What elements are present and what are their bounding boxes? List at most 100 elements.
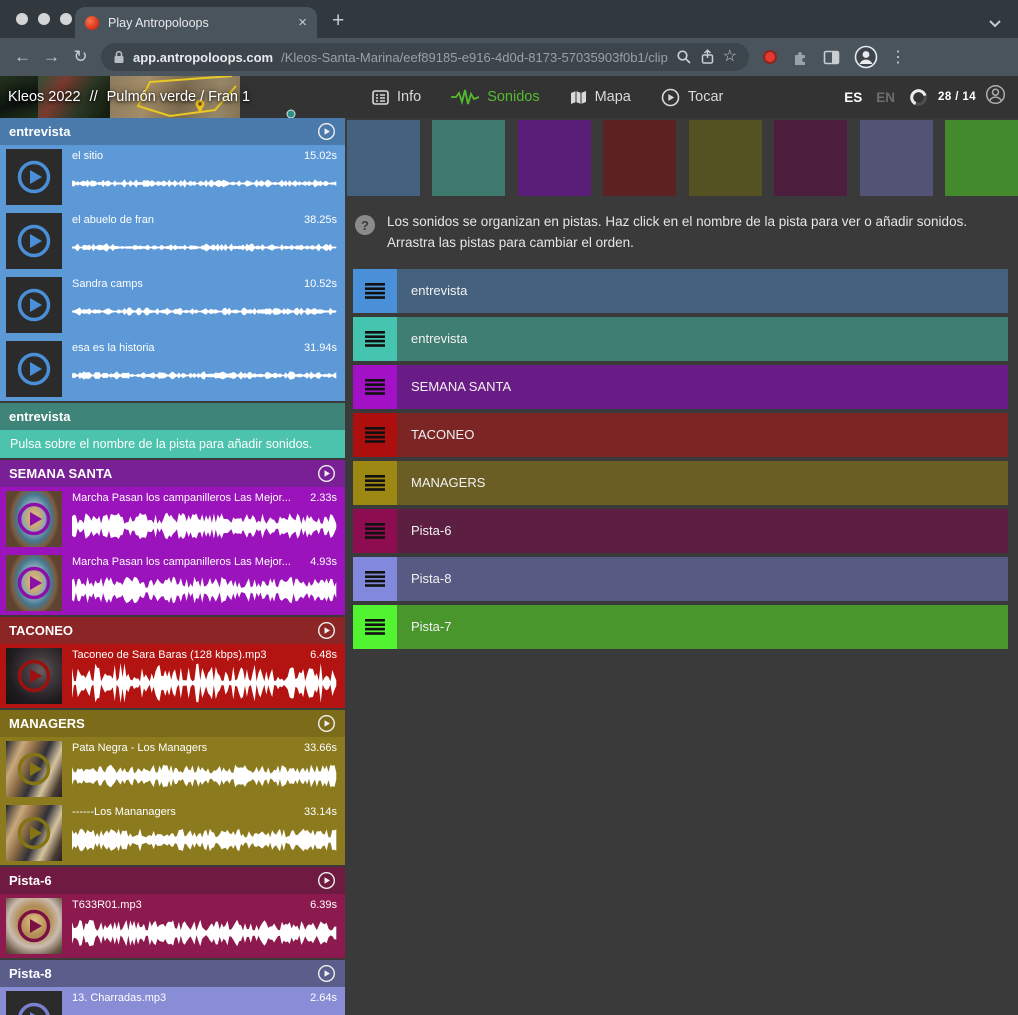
audio-clip-el-abuelo-de-fran[interactable]: el abuelo de fran38.25s bbox=[0, 209, 345, 273]
track-tile-taconeo-3[interactable] bbox=[603, 120, 676, 196]
browser-titlebar: Play Antropoloops × + bbox=[0, 0, 1018, 38]
drag-handle[interactable] bbox=[353, 557, 397, 601]
track-tile-pista-6-5[interactable] bbox=[774, 120, 847, 196]
section-play-icon[interactable] bbox=[317, 714, 336, 733]
clip-thumbnail-play-button[interactable] bbox=[6, 491, 62, 547]
track-tile-managers-4[interactable] bbox=[689, 120, 762, 196]
track-tile-pista-8-6[interactable] bbox=[860, 120, 933, 196]
sidebar-section-taconeo-3: TACONEOTaconeo de Sara Baras (128 kbps).… bbox=[0, 617, 345, 708]
extensions-puzzle-icon[interactable] bbox=[792, 49, 809, 66]
audio-clip-el-sitio[interactable]: el sitio15.02s bbox=[0, 145, 345, 209]
new-tab-button[interactable]: + bbox=[332, 10, 344, 31]
drag-handle[interactable] bbox=[353, 605, 397, 649]
track-row-semana-santa-2[interactable]: SEMANA SANTA bbox=[353, 365, 1008, 409]
section-title[interactable]: SEMANA SANTA bbox=[0, 460, 345, 487]
browser-menu-icon[interactable]: ⋮ bbox=[890, 47, 906, 67]
track-row-entrevista-1[interactable]: entrevista bbox=[353, 317, 1008, 361]
section-title[interactable]: entrevista bbox=[0, 403, 345, 430]
zoom-icon[interactable] bbox=[676, 49, 692, 65]
audio-clip-esa-es-la-historia[interactable]: esa es la historia31.94s bbox=[0, 337, 345, 401]
track-tile-pista-7-7[interactable] bbox=[945, 120, 1018, 196]
clip-thumbnail-play-button[interactable] bbox=[6, 341, 62, 397]
clip-thumbnail-play-button[interactable] bbox=[6, 805, 62, 861]
track-name[interactable]: MANAGERS bbox=[397, 461, 1008, 505]
track-row-taconeo-3[interactable]: TACONEO bbox=[353, 413, 1008, 457]
drag-handle[interactable] bbox=[353, 317, 397, 361]
track-tile-entrevista-0[interactable] bbox=[347, 120, 420, 196]
clip-thumbnail-play-button[interactable] bbox=[6, 991, 62, 1015]
track-name[interactable]: Pista-8 bbox=[397, 557, 1008, 601]
track-name[interactable]: Pista-7 bbox=[397, 605, 1008, 649]
close-tab-icon[interactable]: × bbox=[298, 15, 307, 30]
help-icon[interactable]: ? bbox=[355, 215, 375, 235]
section-title[interactable]: TACONEO bbox=[0, 617, 345, 644]
track-name[interactable]: Pista-6 bbox=[397, 509, 1008, 553]
audio-clip-marcha-pasan-los-campanilleros[interactable]: Marcha Pasan los campanilleros Las Mejor… bbox=[0, 551, 345, 615]
track-row-entrevista-0[interactable]: entrevista bbox=[353, 269, 1008, 313]
reload-button[interactable]: ↻ bbox=[67, 47, 94, 67]
drag-handle[interactable] bbox=[353, 461, 397, 505]
share-icon[interactable] bbox=[700, 49, 715, 65]
play-icon bbox=[15, 750, 53, 788]
nav-item-sonidos[interactable]: Sonidos bbox=[436, 76, 554, 118]
audio-clip-13-charradas-mp3[interactable]: 13. Charradas.mp32.64s bbox=[0, 987, 345, 1015]
track-row-pista-6-5[interactable]: Pista-6 bbox=[353, 509, 1008, 553]
side-panel-icon[interactable] bbox=[823, 50, 840, 65]
forward-button[interactable]: → bbox=[38, 47, 65, 67]
clip-thumbnail-play-button[interactable] bbox=[6, 648, 62, 704]
browser-tab[interactable]: Play Antropoloops × bbox=[75, 7, 317, 38]
recording-indicator-icon[interactable] bbox=[763, 50, 777, 64]
track-name[interactable]: entrevista bbox=[397, 269, 1008, 313]
address-bar[interactable]: app.antropoloops.com /Kleos-Santa-Marina… bbox=[101, 43, 749, 71]
track-tile-entrevista-1[interactable] bbox=[432, 120, 505, 196]
bookmark-star-icon[interactable]: ☆ bbox=[723, 49, 737, 65]
track-name[interactable]: SEMANA SANTA bbox=[397, 365, 1008, 409]
track-row-pista-8-6[interactable]: Pista-8 bbox=[353, 557, 1008, 601]
nav-item-tocar[interactable]: Tocar bbox=[646, 76, 738, 118]
clip-thumbnail-play-button[interactable] bbox=[6, 741, 62, 797]
section-title[interactable]: entrevista bbox=[0, 118, 345, 145]
nav-item-info[interactable]: Info bbox=[357, 76, 436, 118]
maximize-window-button[interactable] bbox=[60, 13, 72, 25]
audio-clip-pata-negra-los-managers[interactable]: Pata Negra - Los Managers33.66s bbox=[0, 737, 345, 801]
clip-thumbnail-play-button[interactable] bbox=[6, 213, 62, 269]
drag-handle[interactable] bbox=[353, 413, 397, 457]
minimize-window-button[interactable] bbox=[38, 13, 50, 25]
language-toggle-en[interactable]: EN bbox=[869, 90, 902, 105]
track-name[interactable]: TACONEO bbox=[397, 413, 1008, 457]
track-row-managers-4[interactable]: MANAGERS bbox=[353, 461, 1008, 505]
profile-avatar-icon[interactable] bbox=[854, 45, 878, 69]
clip-thumbnail-play-button[interactable] bbox=[6, 149, 62, 205]
track-tile-semana-santa-2[interactable] bbox=[518, 120, 591, 196]
audio-clip-marcha-pasan-los-campanilleros[interactable]: Marcha Pasan los campanilleros Las Mejor… bbox=[0, 487, 345, 551]
drag-handle[interactable] bbox=[353, 269, 397, 313]
section-title[interactable]: Pista-6 bbox=[0, 867, 345, 894]
clip-thumbnail-play-button[interactable] bbox=[6, 555, 62, 611]
audio-clip-t633r01-mp3[interactable]: T633R01.mp36.39s bbox=[0, 894, 345, 958]
section-play-icon[interactable] bbox=[317, 964, 336, 983]
audio-clip-taconeo-de-sara-baras-128-kbps[interactable]: Taconeo de Sara Baras (128 kbps).mp36.48… bbox=[0, 644, 345, 708]
account-icon[interactable] bbox=[985, 84, 1006, 110]
section-play-icon[interactable] bbox=[317, 122, 336, 141]
section-title[interactable]: Pista-8 bbox=[0, 960, 345, 987]
clip-thumbnail-play-button[interactable] bbox=[6, 898, 62, 954]
info-list-icon bbox=[372, 90, 389, 105]
section-title[interactable]: MANAGERS bbox=[0, 710, 345, 737]
language-toggle-es[interactable]: ES bbox=[837, 90, 869, 105]
audio-clip-sandra-camps[interactable]: Sandra camps10.52s bbox=[0, 273, 345, 337]
sidebar-section-managers-4: MANAGERSPata Negra - Los Managers33.66s-… bbox=[0, 710, 345, 865]
tab-search-chevron-icon[interactable] bbox=[988, 15, 1002, 33]
section-play-icon[interactable] bbox=[317, 871, 336, 890]
audio-clip-los-mananagers[interactable]: ------Los Mananagers33.14s bbox=[0, 801, 345, 865]
section-play-icon[interactable] bbox=[317, 621, 336, 640]
track-row-pista-7-7[interactable]: Pista-7 bbox=[353, 605, 1008, 649]
clip-name: esa es la historia bbox=[72, 342, 155, 354]
drag-handle[interactable] bbox=[353, 365, 397, 409]
nav-item-mapa[interactable]: Mapa bbox=[555, 76, 646, 118]
clip-thumbnail-play-button[interactable] bbox=[6, 277, 62, 333]
section-play-icon[interactable] bbox=[317, 464, 336, 483]
track-name[interactable]: entrevista bbox=[397, 317, 1008, 361]
drag-handle[interactable] bbox=[353, 509, 397, 553]
close-window-button[interactable] bbox=[16, 13, 28, 25]
back-button[interactable]: ← bbox=[9, 47, 36, 67]
